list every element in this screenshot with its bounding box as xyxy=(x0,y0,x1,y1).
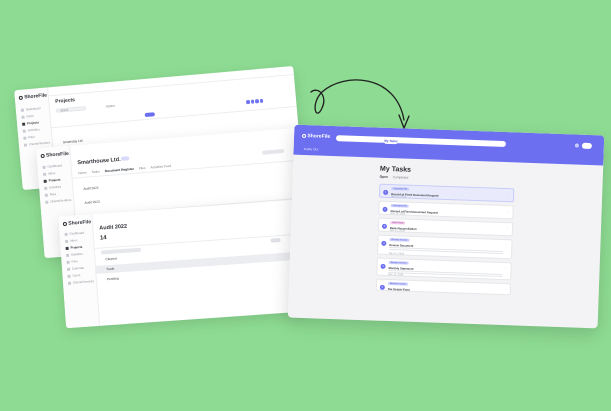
task-number-badge: 5 xyxy=(380,263,386,269)
add-button[interactable] xyxy=(270,238,281,243)
tab-activities[interactable]: Activities Feed xyxy=(150,164,171,170)
nav-inbox[interactable]: Inbox xyxy=(418,140,428,145)
more-icon[interactable]: ⋮ xyxy=(507,192,510,196)
task-number-badge: 2 xyxy=(382,206,388,212)
page-title: My Tasks xyxy=(379,165,412,174)
list-item[interactable]: Audit 2023 xyxy=(84,200,100,205)
list-item[interactable]: Audit 2022 xyxy=(83,186,99,191)
task-date: Nov 12, 2023 xyxy=(390,212,406,216)
task-date: Nov 12, 2023 xyxy=(387,288,403,292)
sidebar: ShoreFile Dashboard Inbox Projects Activ… xyxy=(58,214,101,329)
app-logo: ShoreFile xyxy=(62,219,91,227)
task-number-badge: 3 xyxy=(381,223,388,229)
status-badge xyxy=(121,156,130,161)
tasks-window: ShoreFile My Tasks Overview Inbox Settin… xyxy=(287,124,605,329)
sidebar-item-inbox[interactable]: Inbox xyxy=(21,114,34,119)
project-row-label[interactable]: Smartstay Ltd xyxy=(63,139,83,145)
avatar-group xyxy=(245,98,264,104)
sidebar-item-activities[interactable]: Activities xyxy=(44,185,61,190)
notification-icon[interactable] xyxy=(574,143,579,148)
sidebar-item-activities[interactable]: Activities xyxy=(66,252,83,257)
page-title: Projects xyxy=(55,97,76,105)
sidebar-item-files[interactable]: Files xyxy=(45,192,57,197)
more-icon[interactable]: ⋮ xyxy=(506,226,509,230)
task-tag: Wait Reply xyxy=(390,221,406,225)
sidebar-item-inbox[interactable]: Inbox xyxy=(65,238,78,243)
task-card[interactable]: 3 Wait Reply Bank Reconciliation Nov 12, 20… xyxy=(377,217,514,237)
task-card[interactable]: 2 Uploaded file Record of Fixed Document R… xyxy=(378,200,514,220)
task-card[interactable]: 5 Review invoice Monthly Statement Nov 12, … xyxy=(376,257,512,281)
sidebar-item-files[interactable]: Files xyxy=(23,135,35,140)
sidebar-item-activities[interactable]: Activities xyxy=(23,127,40,132)
task-card[interactable]: 1 Uploaded file Record of Fixed Document R… xyxy=(378,183,515,203)
task-card[interactable]: 4 Review invoice Review Document Nov 12, 20… xyxy=(376,234,513,260)
sidebar-item-clients[interactable]: Clients/Vendors xyxy=(24,140,50,146)
app-logo: ShoreFile xyxy=(40,151,69,159)
sidebar-item-projects[interactable]: Projects xyxy=(65,245,82,250)
nav-overview[interactable]: Overview xyxy=(401,139,415,144)
task-number-badge: 1 xyxy=(383,189,389,195)
task-number-badge: 4 xyxy=(381,240,387,246)
sidebar-item-files[interactable]: Files xyxy=(66,259,78,264)
table-row[interactable]: Cleared xyxy=(105,256,116,261)
task-card[interactable]: 6 Review invoice Tax Return Form Nov 12, 20… xyxy=(375,278,512,296)
more-icon[interactable]: ⋮ xyxy=(507,209,510,213)
nav-my-tasks[interactable]: My Tasks xyxy=(383,138,399,145)
sidebar-item-inbox[interactable]: Inbox xyxy=(43,171,56,176)
user-avatar[interactable] xyxy=(581,142,593,150)
tab-tasks[interactable]: Tasks xyxy=(91,170,99,175)
sidebar-item-dashboard[interactable]: Dashboard xyxy=(42,163,62,169)
sidebar-item-calendar[interactable]: Calendar xyxy=(67,266,84,271)
task-date: Nov 12, 2023 xyxy=(388,273,404,277)
tab-files[interactable]: Files xyxy=(139,166,146,171)
task-tag: Review invoice xyxy=(387,282,408,286)
tab-home[interactable]: Home xyxy=(78,171,87,176)
task-tag: Uploaded file xyxy=(390,204,409,208)
sidebar-item-dashboard[interactable]: Dashboard xyxy=(21,106,41,112)
table-row[interactable]: Pending xyxy=(107,276,119,281)
filter-bar[interactable] xyxy=(100,247,142,255)
action-button[interactable] xyxy=(261,149,285,155)
more-icon[interactable]: ⋮ xyxy=(505,243,508,247)
app-logo: ShoreFile xyxy=(18,93,47,101)
breadcrumb: Inside Out xyxy=(303,146,319,152)
sidebar-item-dashboard[interactable]: Dashboard xyxy=(64,231,84,236)
sidebar-item-projects[interactable]: Projects xyxy=(22,120,39,125)
filter-label[interactable]: Status xyxy=(106,104,115,109)
sidebar-item-clients[interactable]: Clients/Vendors xyxy=(45,198,71,204)
page-title: Audit 2022 xyxy=(99,223,128,232)
task-number-badge: 6 xyxy=(379,284,385,290)
more-icon[interactable]: ⋮ xyxy=(504,287,507,291)
app-logo: ShoreFile xyxy=(302,133,330,140)
illustration-stage: ShoreFile Dashboard Inbox Projects Activ… xyxy=(0,0,611,411)
sidebar-item-clients[interactable]: Clients/Vendors xyxy=(68,279,94,285)
search-input[interactable]: Search xyxy=(55,106,87,113)
task-tag: Review invoice xyxy=(388,261,409,265)
page-title: Smarthouse Ltd. xyxy=(77,156,121,167)
task-tag: Review invoice xyxy=(389,238,410,242)
task-tag: Uploaded file xyxy=(391,187,410,191)
table-row-selected[interactable] xyxy=(95,251,300,274)
task-date: Nov 12, 2023 xyxy=(389,229,405,233)
filter-tabs: Open Completed xyxy=(380,175,409,180)
task-date: Nov 12, 2023 xyxy=(390,195,406,199)
table-row[interactable]: Trade xyxy=(106,267,114,272)
sidebar-item-users[interactable]: Users xyxy=(67,273,80,278)
audit-window: ShoreFile Dashboard Inbox Projects Activ… xyxy=(58,199,304,329)
task-date: Nov 12, 2023 xyxy=(388,252,404,256)
stat-value: 14 xyxy=(99,235,107,242)
tab-completed[interactable]: Completed xyxy=(393,175,409,180)
nav-settings[interactable]: Settings xyxy=(431,140,445,145)
tab-open[interactable]: Open xyxy=(380,175,388,179)
new-project-button[interactable] xyxy=(144,112,155,118)
sidebar-item-projects[interactable]: Projects xyxy=(44,178,60,183)
more-icon[interactable]: ⋮ xyxy=(505,266,508,270)
